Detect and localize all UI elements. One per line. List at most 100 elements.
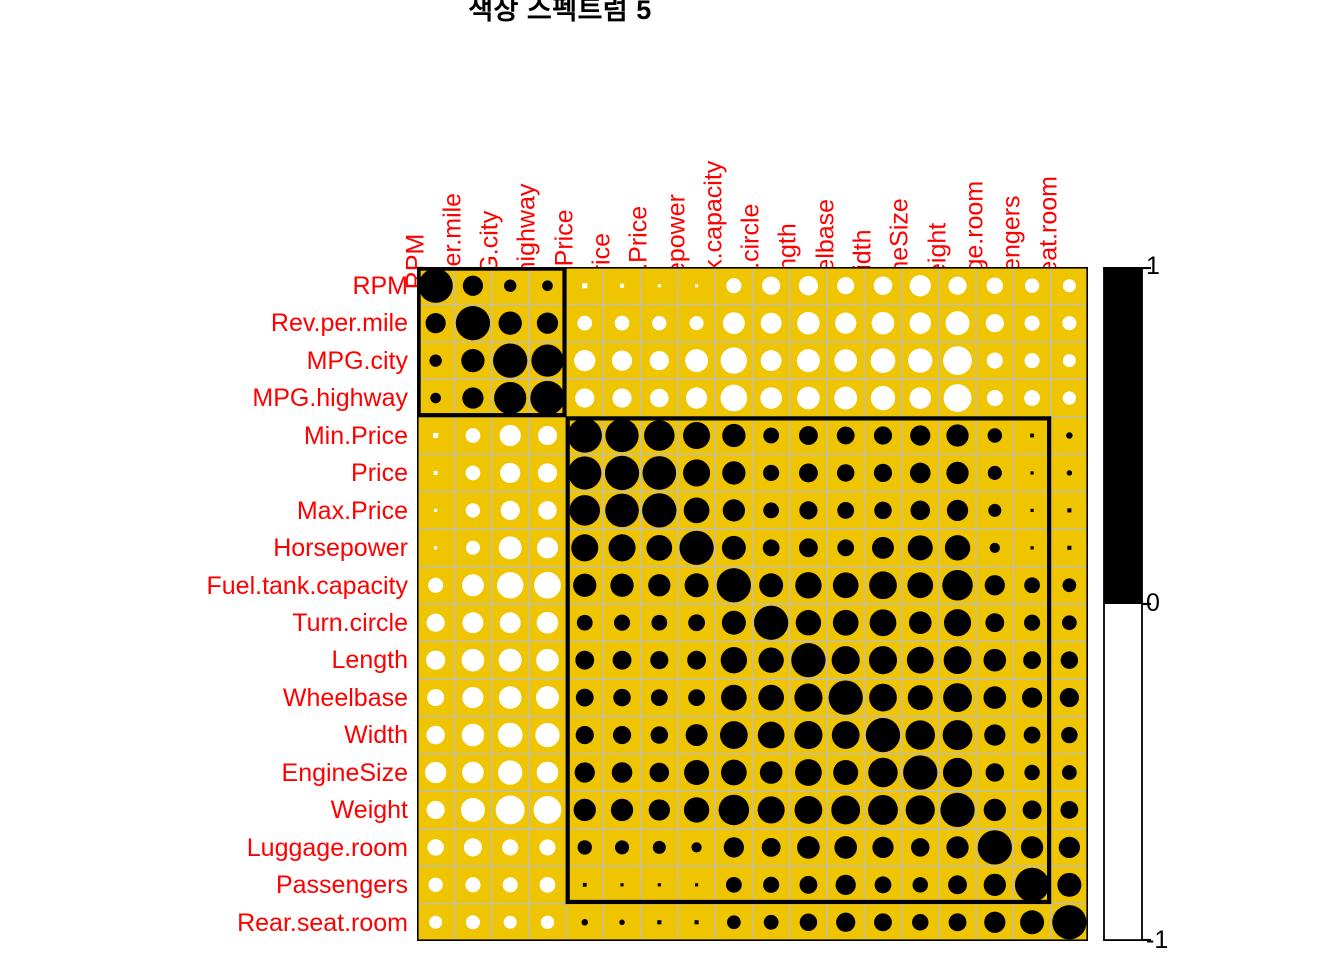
correlation-cell-marker[interactable] bbox=[946, 836, 969, 859]
correlation-cell-marker[interactable] bbox=[977, 830, 1012, 865]
correlation-cell-marker[interactable] bbox=[1061, 726, 1078, 744]
correlation-cell-marker[interactable] bbox=[418, 268, 453, 303]
correlation-cell-marker[interactable] bbox=[461, 723, 485, 747]
correlation-cell-marker[interactable] bbox=[642, 493, 677, 528]
correlation-cell-marker[interactable] bbox=[534, 571, 561, 599]
correlation-cell-marker[interactable] bbox=[831, 646, 860, 675]
correlation-cell-marker[interactable] bbox=[498, 686, 522, 709]
correlation-cell-marker[interactable] bbox=[614, 315, 630, 331]
correlation-cell-marker[interactable] bbox=[798, 538, 818, 558]
correlation-cell-marker[interactable] bbox=[694, 920, 699, 925]
correlation-cell-marker[interactable] bbox=[942, 570, 973, 601]
correlation-cell-marker[interactable] bbox=[536, 648, 559, 672]
correlation-cell-marker[interactable] bbox=[1062, 391, 1077, 405]
correlation-cell-marker[interactable] bbox=[1024, 764, 1040, 781]
correlation-cell-marker[interactable] bbox=[874, 501, 892, 520]
correlation-cell-marker[interactable] bbox=[651, 614, 668, 631]
correlation-cell-marker[interactable] bbox=[427, 839, 444, 856]
correlation-cell-marker[interactable] bbox=[1021, 687, 1043, 708]
correlation-cell-marker[interactable] bbox=[1062, 316, 1077, 331]
correlation-cell-marker[interactable] bbox=[868, 757, 898, 788]
correlation-cell-marker[interactable] bbox=[1067, 545, 1072, 550]
correlation-cell-marker[interactable] bbox=[1020, 836, 1044, 859]
correlation-cell-marker[interactable] bbox=[874, 913, 892, 932]
correlation-cell-marker[interactable] bbox=[983, 798, 1006, 822]
correlation-cell-marker[interactable] bbox=[574, 762, 595, 783]
correlation-cell-marker[interactable] bbox=[426, 613, 445, 632]
correlation-cell-marker[interactable] bbox=[463, 838, 483, 857]
correlation-cell-marker[interactable] bbox=[722, 499, 746, 522]
correlation-cell-marker[interactable] bbox=[499, 424, 521, 447]
correlation-cell-marker[interactable] bbox=[575, 650, 595, 670]
correlation-cell-marker[interactable] bbox=[461, 348, 485, 373]
correlation-cell-marker[interactable] bbox=[1014, 867, 1050, 902]
correlation-cell-marker[interactable] bbox=[648, 799, 670, 821]
correlation-cell-marker[interactable] bbox=[571, 534, 599, 562]
correlation-cell-marker[interactable] bbox=[642, 456, 677, 490]
correlation-cell-marker[interactable] bbox=[759, 761, 783, 784]
correlation-cell-marker[interactable] bbox=[725, 876, 742, 893]
correlation-cell-marker[interactable] bbox=[873, 463, 893, 483]
correlation-cell-marker[interactable] bbox=[433, 470, 438, 476]
correlation-cell-marker[interactable] bbox=[426, 800, 445, 820]
correlation-cell-marker[interactable] bbox=[836, 426, 855, 445]
correlation-cell-marker[interactable] bbox=[1061, 615, 1077, 631]
correlation-cell-marker[interactable] bbox=[608, 534, 636, 562]
correlation-cell-marker[interactable] bbox=[428, 877, 443, 893]
correlation-cell-marker[interactable] bbox=[500, 462, 521, 484]
correlation-cell-marker[interactable] bbox=[610, 573, 634, 597]
correlation-cell-marker[interactable] bbox=[685, 387, 708, 409]
correlation-cell-marker[interactable] bbox=[985, 613, 1005, 633]
correlation-cell-marker[interactable] bbox=[905, 795, 935, 825]
correlation-cell-marker[interactable] bbox=[946, 499, 969, 522]
correlation-cell-marker[interactable] bbox=[797, 836, 820, 859]
correlation-cell-marker[interactable] bbox=[568, 456, 602, 490]
correlation-cell-marker[interactable] bbox=[535, 722, 560, 748]
correlation-cell-marker[interactable] bbox=[1024, 353, 1040, 369]
correlation-cell-marker[interactable] bbox=[455, 306, 491, 341]
correlation-cell-marker[interactable] bbox=[429, 354, 442, 367]
correlation-cell-marker[interactable] bbox=[502, 839, 519, 856]
correlation-cell-marker[interactable] bbox=[832, 609, 859, 636]
correlation-cell-marker[interactable] bbox=[574, 349, 596, 372]
correlation-cell-marker[interactable] bbox=[581, 919, 589, 926]
correlation-cell-marker[interactable] bbox=[948, 875, 967, 895]
correlation-cell-marker[interactable] bbox=[425, 761, 447, 784]
correlation-cell-marker[interactable] bbox=[943, 384, 972, 412]
correlation-cell-marker[interactable] bbox=[461, 574, 484, 597]
correlation-cell-marker[interactable] bbox=[907, 572, 934, 599]
correlation-cell-marker[interactable] bbox=[983, 873, 1006, 896]
correlation-cell-marker[interactable] bbox=[646, 534, 673, 561]
correlation-cell-marker[interactable] bbox=[989, 542, 1000, 553]
correlation-cell-marker[interactable] bbox=[649, 762, 670, 783]
correlation-cell-marker[interactable] bbox=[836, 912, 856, 932]
correlation-cell-marker[interactable] bbox=[426, 650, 446, 670]
correlation-cell-marker[interactable] bbox=[1023, 726, 1041, 744]
correlation-cell-marker[interactable] bbox=[1024, 278, 1040, 293]
correlation-cell-marker[interactable] bbox=[537, 425, 558, 446]
correlation-cell-marker[interactable] bbox=[763, 914, 779, 930]
correlation-cell-marker[interactable] bbox=[1023, 651, 1041, 670]
correlation-cell-marker[interactable] bbox=[611, 350, 633, 371]
correlation-cell-marker[interactable] bbox=[649, 351, 669, 371]
correlation-cell-marker[interactable] bbox=[533, 796, 562, 824]
correlation-cell-marker[interactable] bbox=[536, 761, 559, 784]
correlation-cell-marker[interactable] bbox=[870, 348, 896, 373]
correlation-cell-marker[interactable] bbox=[537, 463, 558, 483]
correlation-cell-marker[interactable] bbox=[988, 503, 1002, 517]
correlation-cell-marker[interactable] bbox=[1030, 508, 1034, 512]
correlation-cell-marker[interactable] bbox=[612, 725, 632, 745]
correlation-cell-marker[interactable] bbox=[940, 792, 975, 828]
correlation-cell-marker[interactable] bbox=[831, 721, 860, 749]
correlation-cell-marker[interactable] bbox=[1061, 765, 1077, 780]
correlation-cell-marker[interactable] bbox=[906, 646, 934, 674]
correlation-cell-marker[interactable] bbox=[942, 720, 973, 750]
correlation-cell-marker[interactable] bbox=[834, 836, 858, 859]
correlation-cell-marker[interactable] bbox=[619, 283, 625, 288]
correlation-cell-marker[interactable] bbox=[685, 349, 709, 373]
correlation-cell-marker[interactable] bbox=[530, 380, 565, 416]
correlation-cell-marker[interactable] bbox=[983, 648, 1007, 672]
correlation-cell-marker[interactable] bbox=[720, 384, 748, 412]
correlation-cell-marker[interactable] bbox=[536, 312, 559, 334]
correlation-cell-marker[interactable] bbox=[573, 573, 597, 597]
